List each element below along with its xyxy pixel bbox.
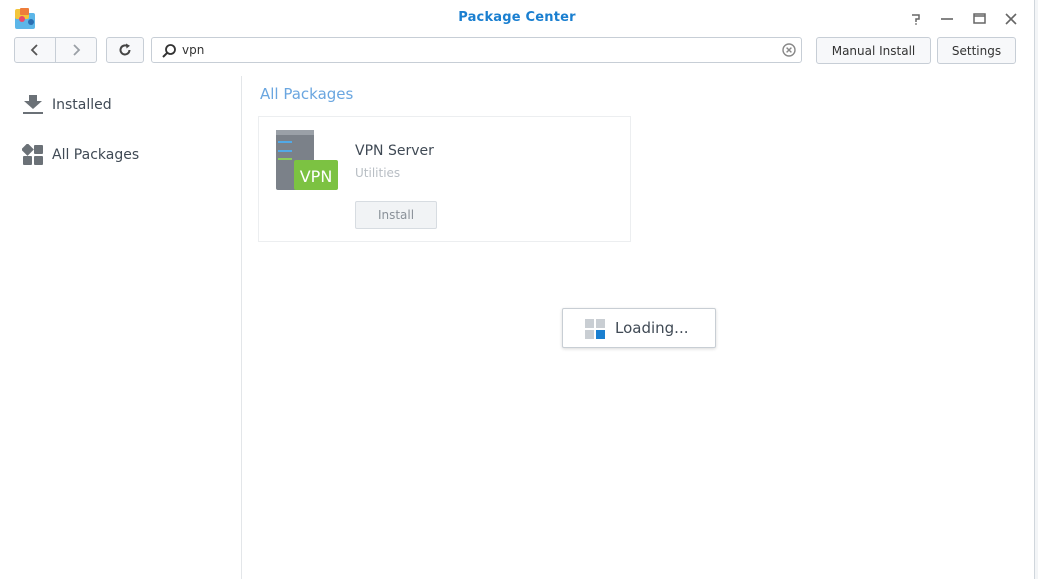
sidebar: Installed All Packages (0, 76, 242, 579)
refresh-icon (119, 43, 131, 56)
package-category: Utilities (355, 166, 401, 180)
chevron-left-icon (30, 44, 38, 56)
grid-icon (22, 144, 44, 166)
sidebar-item-installed[interactable]: Installed (22, 92, 112, 118)
install-button[interactable]: Install (355, 201, 437, 229)
section-title: All Packages (260, 85, 354, 103)
clear-search-icon[interactable] (782, 43, 796, 57)
maximize-icon[interactable] (969, 9, 989, 29)
minimize-icon[interactable] (937, 9, 957, 29)
search-box (151, 37, 802, 63)
package-name: VPN Server (355, 143, 434, 159)
search-icon (162, 44, 176, 58)
vpn-server-icon: VPN (274, 130, 340, 194)
toolbar: Manual Install Settings (0, 36, 1034, 66)
vpn-badge-text: VPN (300, 167, 333, 186)
sidebar-item-label: Installed (52, 97, 112, 113)
help-icon[interactable] (906, 9, 926, 29)
sidebar-item-label: All Packages (52, 147, 140, 163)
package-card[interactable]: VPN VPN Server Utilities Install (258, 116, 631, 242)
refresh-button[interactable] (106, 37, 144, 63)
download-icon (22, 94, 44, 116)
title-bar: Package Center (0, 0, 1034, 36)
package-center-window: Package Center vpn Manual Install Settin… (0, 0, 1035, 579)
loading-indicator: Loading... (562, 308, 716, 348)
back-button[interactable] (14, 37, 56, 63)
search-input[interactable] (182, 41, 772, 59)
settings-button[interactable]: Settings (937, 37, 1016, 64)
close-icon[interactable] (1001, 9, 1021, 29)
manual-install-button[interactable]: Manual Install (816, 37, 931, 64)
sidebar-item-all-packages[interactable]: All Packages (22, 142, 139, 168)
main-content: All Packages VPN VPN Server Utilities In… (242, 76, 1034, 579)
forward-button[interactable] (55, 37, 97, 63)
loading-text: Loading... (615, 319, 689, 337)
window-title: Package Center (458, 10, 576, 25)
chevron-right-icon (73, 44, 81, 56)
loading-icon (585, 319, 605, 339)
